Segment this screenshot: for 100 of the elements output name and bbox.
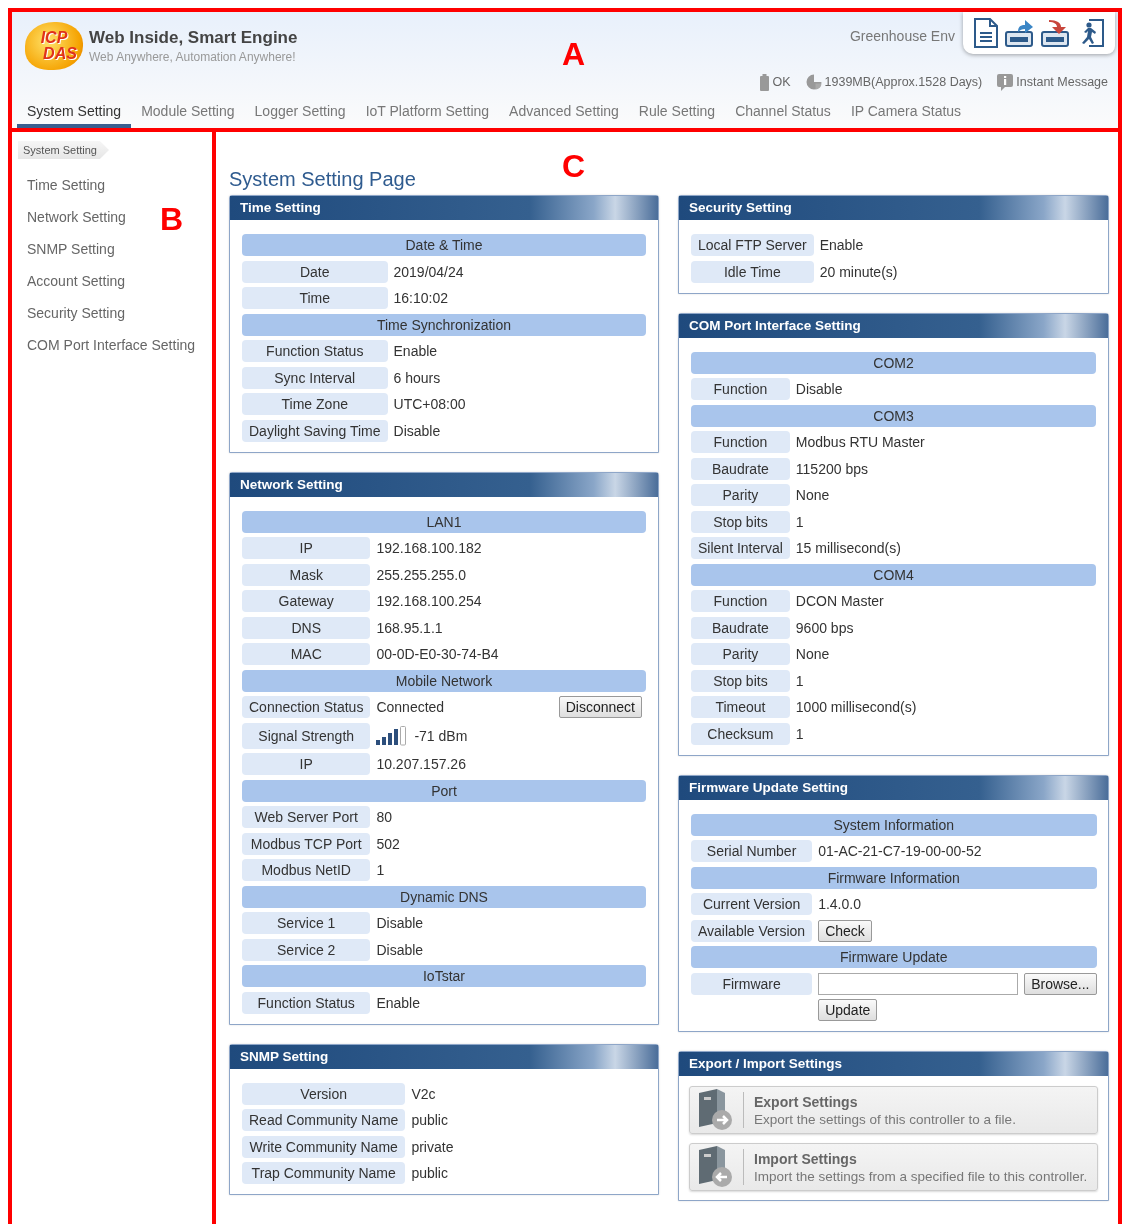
panel-header: Network Setting	[230, 472, 658, 497]
logo: ICP DAS	[25, 22, 83, 70]
sidebar-item[interactable]: SNMP Setting	[27, 233, 115, 265]
section-bar: System Information	[691, 813, 1097, 836]
section-bar: LAN1	[242, 510, 646, 533]
nav-tab[interactable]: IP Camera Status	[840, 96, 972, 128]
update-button[interactable]: Update	[818, 999, 878, 1021]
field-value: 2019/04/24	[393, 263, 464, 280]
section-bar: Time Synchronization	[242, 313, 646, 336]
disconnect-button[interactable]: Disconnect	[558, 696, 642, 718]
device-upload-icon[interactable]	[1005, 18, 1035, 48]
nav-tab[interactable]: System Setting	[17, 96, 132, 128]
field-label: Time Zone	[242, 393, 388, 415]
sidebar-item[interactable]: Network Setting	[27, 201, 126, 233]
sidebar-item[interactable]: COM Port Interface Setting	[27, 329, 196, 361]
sidebar-item[interactable]: Account Setting	[27, 265, 126, 297]
field-value: None	[795, 646, 830, 662]
sidebar-item[interactable]: Time Setting	[27, 169, 106, 201]
field-value: public	[411, 1165, 448, 1181]
panel-header: SNMP Setting	[230, 1044, 658, 1069]
field-label: Baudrate	[691, 616, 790, 639]
section-bar: Port	[242, 779, 646, 802]
field-value: Modbus RTU Master	[795, 434, 925, 450]
field-label: Firmware	[691, 972, 813, 995]
field-value: DCON Master	[795, 593, 884, 609]
section-bar: Dynamic DNS	[242, 885, 646, 908]
card-description: Import the settings from a specified file to this controller.	[754, 1168, 1088, 1184]
field-value: 15 millisecond(s)	[795, 540, 901, 556]
breadcrumb[interactable]: System Setting	[18, 141, 109, 159]
field-label: Service 2	[242, 938, 371, 961]
field-value: Disable	[795, 381, 843, 397]
field-value: V2c	[411, 1085, 436, 1102]
field-value: 168.95.1.1	[376, 619, 443, 636]
field-value: public	[411, 1112, 448, 1128]
check-button[interactable]: Check	[818, 919, 872, 942]
storage-icon	[805, 74, 822, 90]
message-link[interactable]: Instant Message	[1016, 75, 1108, 89]
nav-tab[interactable]: IoT Platform Setting	[355, 96, 500, 128]
device-name: Greenhouse Env	[849, 28, 955, 44]
nav-tab[interactable]: Module Setting	[131, 96, 245, 128]
field-value: None	[795, 487, 830, 503]
section-bar: COM2	[691, 351, 1096, 374]
status-text: OK	[772, 75, 791, 89]
status-text: 1939MB(Approx.1528 Days)	[824, 75, 983, 89]
field-label: IP	[242, 753, 371, 775]
export-card[interactable]: Export Settings Export the settings of this controller to a file.	[689, 1086, 1098, 1134]
signal-icon	[376, 725, 409, 746]
field-value: private	[411, 1138, 454, 1155]
browse-button[interactable]: Browse...	[1024, 972, 1097, 995]
field-label: Checksum	[691, 722, 790, 745]
field-label: Silent Interval	[691, 537, 790, 559]
card-title: Export Settings	[754, 1093, 859, 1110]
field-value: 1	[376, 862, 385, 878]
field-label: Read Community Name	[242, 1109, 406, 1131]
field-value: Enable	[393, 343, 438, 359]
field-label: Baudrate	[691, 457, 790, 480]
section-bar: Date & Time	[242, 234, 646, 256]
field-label: Parity	[691, 484, 790, 506]
panel-header: Export / Import Settings	[679, 1052, 1108, 1076]
section-bar: COM3	[691, 404, 1096, 427]
nav-tab[interactable]: Advanced Setting	[499, 96, 629, 128]
annotation-label: B	[160, 203, 184, 235]
field-label: Function Status	[242, 991, 371, 1014]
field-label: Sync Interval	[242, 366, 388, 389]
field-value: 502	[376, 835, 400, 852]
field-value: 192.168.100.182	[376, 540, 482, 556]
field-value: Disable	[376, 915, 424, 931]
panel-header: Time Setting	[230, 196, 658, 220]
file-input-field[interactable]	[818, 972, 1019, 995]
document-icon[interactable]	[973, 18, 999, 48]
field-label: Function	[691, 378, 790, 400]
field-value: -71 dBm	[414, 727, 468, 744]
field-value: 16:10:02	[393, 290, 448, 306]
field-value: Connected	[376, 699, 445, 715]
section-bar: Firmware Information	[691, 866, 1097, 889]
field-label: DNS	[242, 616, 371, 639]
field-label: Stop bits	[691, 510, 790, 533]
field-value: UTC+08:00	[393, 396, 466, 412]
field-value: 80	[376, 809, 392, 825]
sidebar-item[interactable]: Security Setting	[27, 297, 126, 329]
field-label: Time	[242, 287, 388, 309]
nav-tab[interactable]: Channel Status	[725, 96, 841, 128]
nav-tab[interactable]: Logger Setting	[244, 96, 356, 128]
field-label: Stop bits	[691, 669, 790, 692]
import-card[interactable]: Import Settings Import the settings from a specified file to this controller.	[689, 1143, 1098, 1191]
field-label: Available Version	[691, 919, 813, 942]
field-label: IP	[242, 537, 371, 559]
card-description: Export the settings of this controller to a file.	[754, 1111, 1016, 1127]
nav-tab[interactable]: Rule Setting	[628, 96, 726, 128]
field-label: Current Version	[691, 893, 813, 915]
device-download-icon[interactable]	[1041, 18, 1071, 48]
field-label: Gateway	[242, 590, 371, 612]
field-label: MAC	[242, 643, 371, 665]
brand-subtitle: Web Anywhere, Automation Anywhere!	[89, 50, 297, 64]
brand-title: Web Inside, Smart Engine	[89, 28, 298, 48]
field-value: 1	[795, 672, 804, 689]
battery-icon	[760, 73, 770, 91]
field-label: Function	[691, 431, 790, 453]
field-label: Signal Strength	[242, 722, 371, 749]
annotation-label: C	[562, 150, 586, 182]
